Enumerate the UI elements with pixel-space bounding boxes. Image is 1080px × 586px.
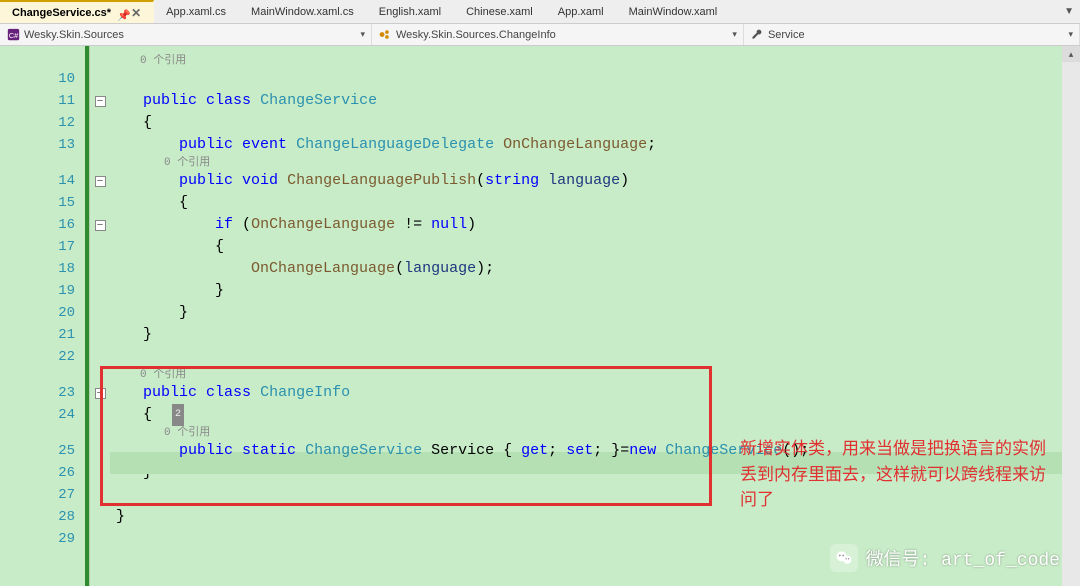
tab-label: Chinese.xaml <box>466 6 533 18</box>
line-number: 17 <box>0 236 75 258</box>
code-line <box>110 68 1080 90</box>
nav-class[interactable]: Wesky.Skin.Sources.ChangeInfo ▾ <box>372 24 744 45</box>
pin-icon[interactable]: 📌 <box>117 9 125 17</box>
chevron-down-icon: ▾ <box>360 29 365 40</box>
tab[interactable]: English.xaml <box>367 0 454 23</box>
line-number: 13 <box>0 134 75 156</box>
nav-member[interactable]: Service ▾ <box>744 24 1080 45</box>
vertical-scrollbar[interactable]: ▴ <box>1062 46 1080 586</box>
code-line <box>110 346 1080 368</box>
line-number: 18 <box>0 258 75 280</box>
tab-active[interactable]: ChangeService.cs* 📌 ✕ <box>0 0 154 23</box>
line-number: 29 <box>0 528 75 550</box>
class-icon <box>378 28 392 42</box>
watermark: 微信号: art_of_code <box>830 544 1060 572</box>
tab[interactable]: MainWindow.xaml <box>617 0 731 23</box>
nav-member-label: Service <box>768 29 805 41</box>
code-line: } <box>110 324 1080 346</box>
code-area[interactable]: 0 个引用 public class ChangeService { publi… <box>110 46 1080 586</box>
tab[interactable]: Chinese.xaml <box>454 0 546 23</box>
code-line: if (OnChangeLanguage != null) <box>110 214 1080 236</box>
chevron-down-icon: ▾ <box>1068 29 1073 40</box>
watermark-text: 微信号: art_of_code <box>866 545 1060 571</box>
line-number: 15 <box>0 192 75 214</box>
tab[interactable]: App.xaml <box>546 0 617 23</box>
line-number: 16 <box>0 214 75 236</box>
scroll-up-icon[interactable]: ▴ <box>1062 46 1080 62</box>
line-number-gutter: 10 11 12 13 14 15 16 17 18 19 20 21 22 2… <box>0 46 90 586</box>
code-line: public event ChangeLanguageDelegate OnCh… <box>110 134 1080 156</box>
code-line: { <box>110 192 1080 214</box>
close-icon[interactable]: ✕ <box>131 6 141 20</box>
line-number: 💡25 <box>0 440 75 462</box>
fold-toggle[interactable]: − <box>95 96 106 107</box>
line-number: 24 <box>0 404 75 426</box>
tab-label: MainWindow.xaml <box>629 6 718 18</box>
line-number: 20 <box>0 302 75 324</box>
line-number: 11 <box>0 90 75 112</box>
line-number: 10 <box>0 68 75 90</box>
code-line: public void ChangeLanguagePublish(string… <box>110 170 1080 192</box>
codelens-references[interactable]: 0 个引用 <box>110 54 1080 68</box>
reference-count-badge[interactable]: 2 <box>172 404 184 426</box>
code-line: } <box>110 302 1080 324</box>
code-line: { <box>110 112 1080 134</box>
fold-toggle[interactable]: − <box>95 388 106 399</box>
tab[interactable]: App.xaml.cs <box>154 0 239 23</box>
nav-project[interactable]: C# Wesky.Skin.Sources ▾ <box>0 24 372 45</box>
line-number: 21 <box>0 324 75 346</box>
line-number: 14 <box>0 170 75 192</box>
tab-label: ChangeService.cs* <box>12 7 111 19</box>
line-number: 27 <box>0 484 75 506</box>
fold-toggle[interactable]: − <box>95 176 106 187</box>
line-number: 22 <box>0 346 75 368</box>
codelens-references[interactable]: 0 个引用 <box>110 156 1080 170</box>
code-line: public class ChangeInfo <box>110 382 1080 404</box>
csharp-project-icon: C# <box>6 28 20 42</box>
code-line: public class ChangeService <box>110 90 1080 112</box>
tab[interactable]: MainWindow.xaml.cs <box>239 0 367 23</box>
tab-bar: ChangeService.cs* 📌 ✕ App.xaml.cs MainWind… <box>0 0 1080 24</box>
code-line: OnChangeLanguage(language); <box>110 258 1080 280</box>
chevron-down-icon: ▾ <box>732 29 737 40</box>
tab-bar-overflow[interactable]: ▼ <box>1058 0 1080 23</box>
tab-label: English.xaml <box>379 6 441 18</box>
code-editor[interactable]: 10 11 12 13 14 15 16 17 18 19 20 21 22 2… <box>0 46 1080 586</box>
navigation-bar: C# Wesky.Skin.Sources ▾ Wesky.Skin.Sourc… <box>0 24 1080 46</box>
tab-label: App.xaml.cs <box>166 6 226 18</box>
svg-text:C#: C# <box>8 31 18 40</box>
code-line: { 2 <box>110 404 1080 426</box>
fold-toggle[interactable]: − <box>95 220 106 231</box>
nav-class-label: Wesky.Skin.Sources.ChangeInfo <box>396 29 556 41</box>
wechat-icon <box>830 544 858 572</box>
line-number: 23 <box>0 382 75 404</box>
codelens-references[interactable]: 0 个引用 <box>110 368 1080 382</box>
line-number: 26 <box>0 462 75 484</box>
line-number: 19 <box>0 280 75 302</box>
line-number: 12 <box>0 112 75 134</box>
code-line: } <box>110 280 1080 302</box>
code-line: { <box>110 236 1080 258</box>
nav-project-label: Wesky.Skin.Sources <box>24 29 124 41</box>
fold-column: − − − − <box>90 46 110 586</box>
line-number: 28 <box>0 506 75 528</box>
wrench-icon <box>750 28 764 42</box>
chevron-down-icon[interactable]: ▼ <box>1064 6 1074 17</box>
tab-label: App.xaml <box>558 6 604 18</box>
annotation-text: 新增实体类，用来当做是把换语言的实例丢到内存里面去，这样就可以跨线程来访问了 <box>740 436 1060 513</box>
tab-label: MainWindow.xaml.cs <box>251 6 354 18</box>
